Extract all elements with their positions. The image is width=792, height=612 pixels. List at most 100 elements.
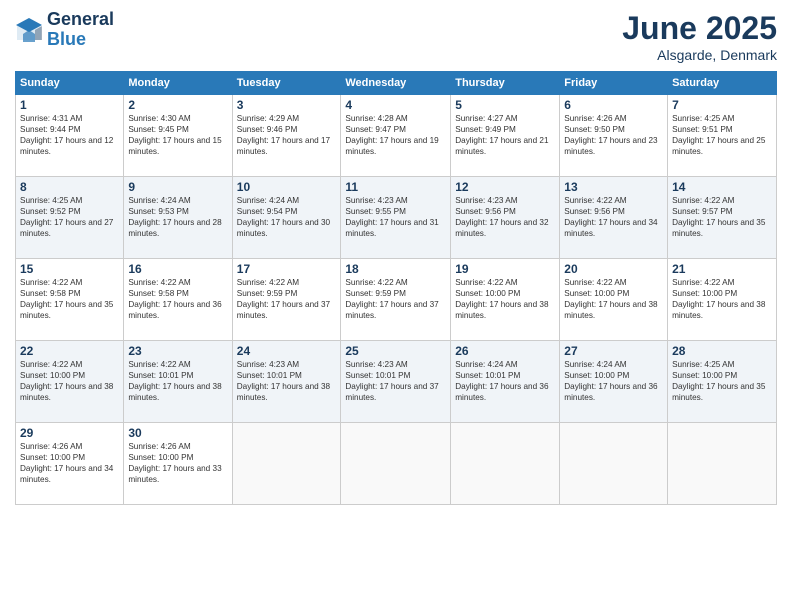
day-number: 5 [455, 98, 555, 112]
table-row: 16Sunrise: 4:22 AM Sunset: 9:58 PM Dayli… [124, 259, 232, 341]
table-row: 13Sunrise: 4:22 AM Sunset: 9:56 PM Dayli… [560, 177, 668, 259]
day-info: Sunrise: 4:22 AM Sunset: 10:00 PM Daylig… [455, 277, 555, 321]
day-info: Sunrise: 4:25 AM Sunset: 10:00 PM Daylig… [672, 359, 772, 403]
day-info: Sunrise: 4:25 AM Sunset: 9:52 PM Dayligh… [20, 195, 119, 239]
day-info: Sunrise: 4:27 AM Sunset: 9:49 PM Dayligh… [455, 113, 555, 157]
day-info: Sunrise: 4:22 AM Sunset: 10:00 PM Daylig… [564, 277, 663, 321]
day-number: 13 [564, 180, 663, 194]
table-row [341, 423, 451, 505]
logo: General Blue [15, 10, 114, 50]
logo-text: General Blue [47, 10, 114, 50]
calendar-header-row: Sunday Monday Tuesday Wednesday Thursday… [16, 72, 777, 95]
table-row: 10Sunrise: 4:24 AM Sunset: 9:54 PM Dayli… [232, 177, 341, 259]
day-number: 15 [20, 262, 119, 276]
calendar: Sunday Monday Tuesday Wednesday Thursday… [15, 71, 777, 505]
table-row: 11Sunrise: 4:23 AM Sunset: 9:55 PM Dayli… [341, 177, 451, 259]
col-friday: Friday [560, 72, 668, 95]
day-number: 23 [128, 344, 227, 358]
col-thursday: Thursday [451, 72, 560, 95]
col-monday: Monday [124, 72, 232, 95]
table-row: 30Sunrise: 4:26 AM Sunset: 10:00 PM Dayl… [124, 423, 232, 505]
day-number: 16 [128, 262, 227, 276]
table-row: 1Sunrise: 4:31 AM Sunset: 9:44 PM Daylig… [16, 95, 124, 177]
table-row: 2Sunrise: 4:30 AM Sunset: 9:45 PM Daylig… [124, 95, 232, 177]
table-row: 28Sunrise: 4:25 AM Sunset: 10:00 PM Dayl… [668, 341, 777, 423]
table-row: 12Sunrise: 4:23 AM Sunset: 9:56 PM Dayli… [451, 177, 560, 259]
col-sunday: Sunday [16, 72, 124, 95]
table-row: 5Sunrise: 4:27 AM Sunset: 9:49 PM Daylig… [451, 95, 560, 177]
logo-line1: General [47, 10, 114, 30]
col-wednesday: Wednesday [341, 72, 451, 95]
table-row [451, 423, 560, 505]
day-info: Sunrise: 4:31 AM Sunset: 9:44 PM Dayligh… [20, 113, 119, 157]
table-row [232, 423, 341, 505]
day-number: 25 [345, 344, 446, 358]
day-number: 11 [345, 180, 446, 194]
table-row: 8Sunrise: 4:25 AM Sunset: 9:52 PM Daylig… [16, 177, 124, 259]
day-number: 28 [672, 344, 772, 358]
day-info: Sunrise: 4:22 AM Sunset: 9:56 PM Dayligh… [564, 195, 663, 239]
table-row: 15Sunrise: 4:22 AM Sunset: 9:58 PM Dayli… [16, 259, 124, 341]
table-row: 25Sunrise: 4:23 AM Sunset: 10:01 PM Dayl… [341, 341, 451, 423]
table-row: 14Sunrise: 4:22 AM Sunset: 9:57 PM Dayli… [668, 177, 777, 259]
table-row: 21Sunrise: 4:22 AM Sunset: 10:00 PM Dayl… [668, 259, 777, 341]
table-row: 7Sunrise: 4:25 AM Sunset: 9:51 PM Daylig… [668, 95, 777, 177]
page: General Blue June 2025 Alsgarde, Denmark… [0, 0, 792, 612]
col-saturday: Saturday [668, 72, 777, 95]
day-info: Sunrise: 4:23 AM Sunset: 10:01 PM Daylig… [345, 359, 446, 403]
table-row: 6Sunrise: 4:26 AM Sunset: 9:50 PM Daylig… [560, 95, 668, 177]
day-info: Sunrise: 4:23 AM Sunset: 10:01 PM Daylig… [237, 359, 337, 403]
day-number: 3 [237, 98, 337, 112]
day-number: 4 [345, 98, 446, 112]
day-number: 27 [564, 344, 663, 358]
calendar-week-row: 8Sunrise: 4:25 AM Sunset: 9:52 PM Daylig… [16, 177, 777, 259]
day-info: Sunrise: 4:22 AM Sunset: 9:58 PM Dayligh… [128, 277, 227, 321]
day-info: Sunrise: 4:30 AM Sunset: 9:45 PM Dayligh… [128, 113, 227, 157]
day-info: Sunrise: 4:26 AM Sunset: 10:00 PM Daylig… [20, 441, 119, 485]
day-info: Sunrise: 4:23 AM Sunset: 9:55 PM Dayligh… [345, 195, 446, 239]
day-number: 2 [128, 98, 227, 112]
day-info: Sunrise: 4:25 AM Sunset: 9:51 PM Dayligh… [672, 113, 772, 157]
calendar-week-row: 29Sunrise: 4:26 AM Sunset: 10:00 PM Dayl… [16, 423, 777, 505]
day-number: 17 [237, 262, 337, 276]
day-number: 29 [20, 426, 119, 440]
calendar-week-row: 22Sunrise: 4:22 AM Sunset: 10:00 PM Dayl… [16, 341, 777, 423]
day-info: Sunrise: 4:22 AM Sunset: 9:58 PM Dayligh… [20, 277, 119, 321]
day-number: 1 [20, 98, 119, 112]
day-number: 22 [20, 344, 119, 358]
day-number: 21 [672, 262, 772, 276]
day-number: 10 [237, 180, 337, 194]
day-number: 8 [20, 180, 119, 194]
table-row: 9Sunrise: 4:24 AM Sunset: 9:53 PM Daylig… [124, 177, 232, 259]
location: Alsgarde, Denmark [622, 47, 777, 63]
calendar-week-row: 15Sunrise: 4:22 AM Sunset: 9:58 PM Dayli… [16, 259, 777, 341]
col-tuesday: Tuesday [232, 72, 341, 95]
day-info: Sunrise: 4:28 AM Sunset: 9:47 PM Dayligh… [345, 113, 446, 157]
day-info: Sunrise: 4:24 AM Sunset: 10:00 PM Daylig… [564, 359, 663, 403]
day-number: 26 [455, 344, 555, 358]
table-row [560, 423, 668, 505]
day-info: Sunrise: 4:26 AM Sunset: 10:00 PM Daylig… [128, 441, 227, 485]
table-row: 24Sunrise: 4:23 AM Sunset: 10:01 PM Dayl… [232, 341, 341, 423]
day-info: Sunrise: 4:24 AM Sunset: 9:53 PM Dayligh… [128, 195, 227, 239]
table-row: 27Sunrise: 4:24 AM Sunset: 10:00 PM Dayl… [560, 341, 668, 423]
day-number: 9 [128, 180, 227, 194]
day-info: Sunrise: 4:29 AM Sunset: 9:46 PM Dayligh… [237, 113, 337, 157]
day-info: Sunrise: 4:22 AM Sunset: 9:59 PM Dayligh… [345, 277, 446, 321]
table-row: 4Sunrise: 4:28 AM Sunset: 9:47 PM Daylig… [341, 95, 451, 177]
table-row: 20Sunrise: 4:22 AM Sunset: 10:00 PM Dayl… [560, 259, 668, 341]
day-number: 7 [672, 98, 772, 112]
logo-icon [15, 16, 43, 44]
table-row: 29Sunrise: 4:26 AM Sunset: 10:00 PM Dayl… [16, 423, 124, 505]
day-info: Sunrise: 4:22 AM Sunset: 9:59 PM Dayligh… [237, 277, 337, 321]
table-row: 23Sunrise: 4:22 AM Sunset: 10:01 PM Dayl… [124, 341, 232, 423]
day-number: 14 [672, 180, 772, 194]
day-number: 18 [345, 262, 446, 276]
table-row: 19Sunrise: 4:22 AM Sunset: 10:00 PM Dayl… [451, 259, 560, 341]
day-number: 24 [237, 344, 337, 358]
day-number: 30 [128, 426, 227, 440]
day-number: 6 [564, 98, 663, 112]
day-number: 12 [455, 180, 555, 194]
table-row: 22Sunrise: 4:22 AM Sunset: 10:00 PM Dayl… [16, 341, 124, 423]
day-info: Sunrise: 4:24 AM Sunset: 9:54 PM Dayligh… [237, 195, 337, 239]
